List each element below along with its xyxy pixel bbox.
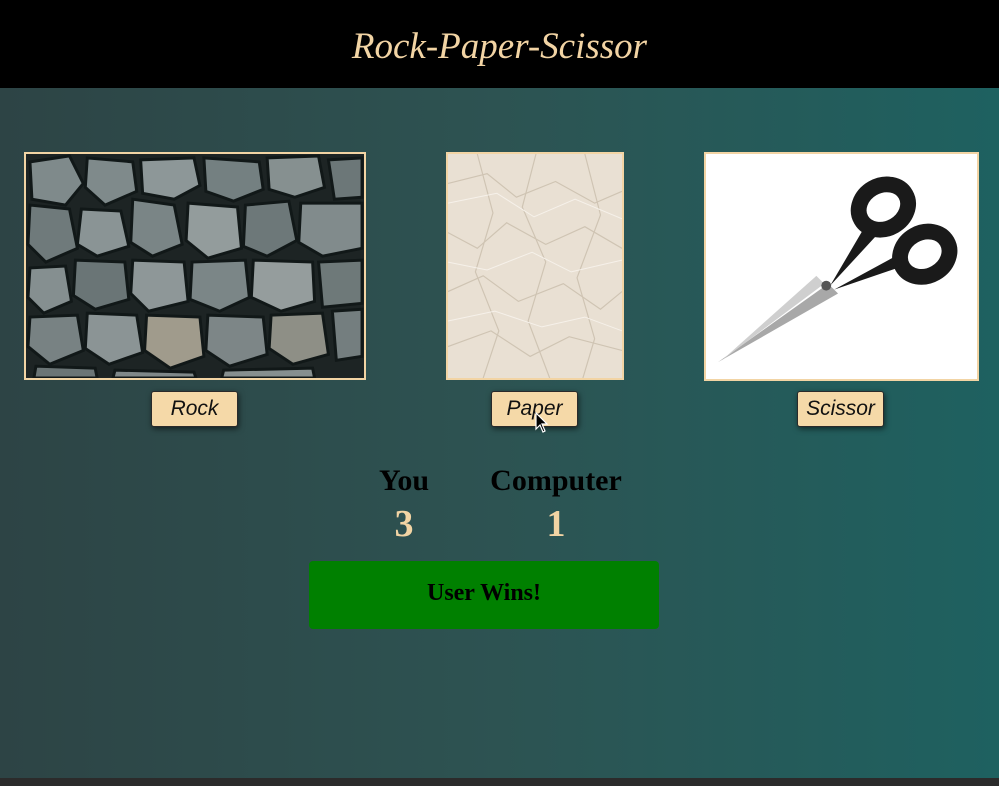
page-title: Rock-Paper-Scissor — [351, 25, 648, 67]
user-score-label: You — [378, 464, 430, 497]
bottom-bar — [0, 778, 999, 786]
rock-image[interactable] — [24, 152, 366, 380]
computer-score-value: 1 — [546, 503, 566, 545]
mouse-pointer-icon — [535, 412, 549, 433]
user-score-value: 3 — [394, 503, 414, 545]
scissors-image[interactable] — [704, 152, 979, 381]
computer-score-label: Computer — [490, 464, 622, 497]
scissor-button[interactable]: Scissor — [797, 391, 884, 427]
rock-button[interactable]: Rock — [151, 391, 238, 427]
page-header: Rock-Paper-Scissor — [0, 0, 999, 88]
result-banner: User Wins! — [309, 561, 659, 629]
result-message: User Wins! — [426, 579, 542, 606]
paper-image[interactable] — [446, 152, 624, 380]
